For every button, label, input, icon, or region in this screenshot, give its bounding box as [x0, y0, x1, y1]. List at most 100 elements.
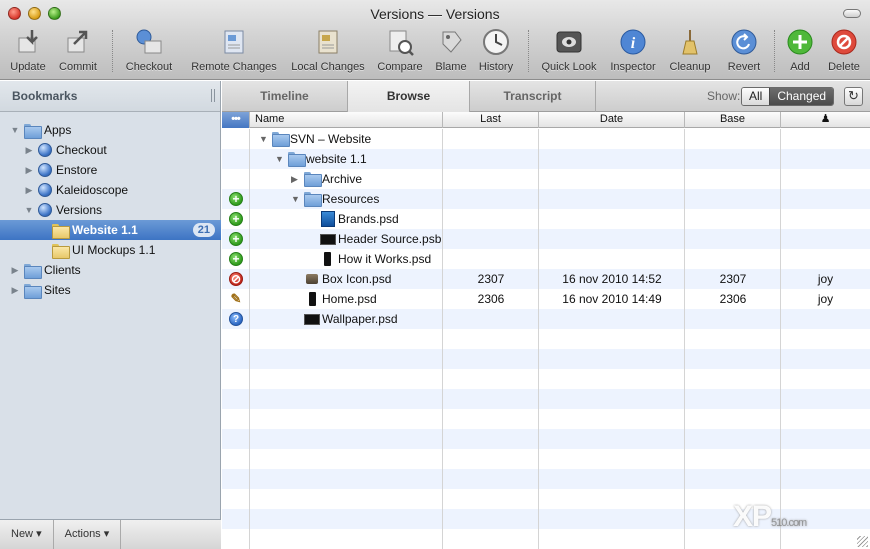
tab-browse[interactable]: Browse [347, 81, 470, 112]
last-column-header[interactable]: Last [443, 112, 539, 128]
table-row[interactable]: ▼ website 1.1 [222, 149, 870, 169]
sidebar-item-versions[interactable]: ▼ Versions [0, 200, 221, 220]
added-status-icon: + [229, 232, 243, 246]
disclosure-closed-icon[interactable]: ▶ [10, 285, 20, 296]
sidebar-item-ui-mockups-1-1[interactable]: UI Mockups 1.1 [0, 240, 221, 260]
blame-button[interactable]: Blame [432, 28, 470, 76]
window-resize-grip[interactable] [857, 536, 868, 547]
quick-look-button[interactable]: Quick Look [538, 28, 600, 76]
quick-look-icon [555, 28, 583, 56]
sidebar-item-kaleidoscope[interactable]: ▶ Kaleidoscope [0, 180, 221, 200]
local-changes-button[interactable]: Local Changes [288, 28, 368, 76]
refresh-button[interactable]: ↻ [844, 87, 863, 106]
folder-icon [52, 243, 70, 259]
table-row[interactable]: + ▼ Resources [222, 189, 870, 209]
file-name: Archive [322, 172, 363, 186]
disclosure-closed-icon[interactable]: ▶ [24, 165, 34, 176]
table-row[interactable]: ? Wallpaper.psd [222, 309, 870, 329]
sidebar-item-checkout[interactable]: ▶ Checkout [0, 140, 221, 160]
disclosure-open-icon[interactable]: ▼ [275, 149, 284, 169]
sidebar-item-clients[interactable]: ▶ Clients [0, 260, 221, 280]
inspector-button[interactable]: i Inspector [606, 28, 660, 76]
file-name: How it Works.psd [338, 252, 432, 266]
sidebar-item-label: Versions [56, 203, 103, 217]
filter-changed-button[interactable]: Changed [769, 88, 834, 105]
history-button[interactable]: History [474, 28, 518, 76]
checkout-label: Checkout [125, 61, 173, 73]
delete-button[interactable]: Delete [824, 28, 864, 76]
disclosure-closed-icon[interactable]: ▶ [24, 185, 34, 196]
date-column-header[interactable]: Date [539, 112, 685, 128]
file-name: Wallpaper.psd [322, 312, 398, 326]
table-row[interactable]: ✎ Home.psd 2306 16 nov 2010 14:49 2306 j… [222, 289, 870, 309]
update-label: Update [10, 61, 46, 73]
tab-timeline[interactable]: Timeline [222, 81, 348, 112]
base-column-header[interactable]: Base [685, 112, 781, 128]
table-row[interactable]: ⊘ Box Icon.psd 2307 16 nov 2010 14:52 23… [222, 269, 870, 289]
sidebar-item-label: Clients [44, 263, 81, 277]
author-column-header[interactable]: ♟ [781, 112, 870, 128]
disclosure-closed-icon[interactable]: ▶ [291, 169, 298, 189]
image-file-icon [304, 314, 320, 325]
modified-date: 16 nov 2010 14:52 [562, 272, 662, 286]
added-status-icon: + [229, 252, 243, 266]
folder-icon [304, 192, 322, 207]
disclosure-closed-icon[interactable]: ▶ [24, 145, 34, 156]
new-menu-label: New [11, 528, 34, 540]
table-row[interactable]: + How it Works.psd [222, 249, 870, 269]
compare-button[interactable]: Compare [374, 28, 426, 76]
svg-text:i: i [631, 35, 636, 52]
repository-icon [38, 163, 52, 177]
folder-icon [52, 223, 70, 239]
revert-button[interactable]: Revert [722, 28, 766, 76]
disclosure-open-icon[interactable]: ▼ [10, 125, 20, 135]
disclosure-closed-icon[interactable]: ▶ [10, 265, 20, 276]
remote-changes-icon [220, 28, 248, 56]
table-row[interactable]: ▶ Archive [222, 169, 870, 189]
sidebar-item-apps[interactable]: ▼ Apps [0, 120, 221, 140]
name-column-header[interactable]: Name [250, 112, 443, 128]
image-file-icon [320, 234, 336, 245]
toolbar-separator [112, 30, 113, 72]
add-button[interactable]: Add [782, 28, 818, 76]
checkout-button[interactable]: Checkout [122, 28, 176, 76]
watermark-subtext: 510.com [771, 517, 807, 529]
table-row[interactable]: + Brands.psd [222, 209, 870, 229]
table-row[interactable]: + Header Source.psb [222, 229, 870, 249]
disclosure-open-icon[interactable]: ▼ [259, 129, 268, 149]
sidebar-resize-handle[interactable] [211, 89, 215, 102]
sidebar-item-enstore[interactable]: ▶ Enstore [0, 160, 221, 180]
table-row[interactable]: ▼ SVN – Website [222, 129, 870, 149]
modified-date: 16 nov 2010 14:49 [562, 292, 662, 306]
disclosure-open-icon[interactable]: ▼ [291, 189, 300, 209]
repository-icon [38, 203, 52, 217]
remote-changes-button[interactable]: Remote Changes [188, 28, 280, 76]
update-button[interactable]: Update [6, 28, 50, 76]
box-file-icon [306, 274, 318, 284]
inspector-label: Inspector [610, 61, 656, 73]
sidebar-item-sites[interactable]: ▶ Sites [0, 280, 221, 300]
folder-icon [288, 152, 306, 167]
chevron-down-icon: ▾ [103, 528, 110, 540]
actions-menu-button[interactable]: Actions ▾ [54, 520, 122, 549]
sidebar-item-website-1-1[interactable]: Website 1.1 21 [0, 220, 221, 240]
delete-icon [830, 28, 858, 56]
pencil-icon: ✎ [230, 291, 242, 306]
file-name: Brands.psd [338, 212, 399, 226]
remote-changes-label: Remote Changes [191, 61, 277, 73]
status-column-header[interactable]: ••• [222, 112, 250, 128]
tab-transcript[interactable]: Transcript [470, 81, 596, 112]
file-name: Box Icon.psd [322, 272, 392, 286]
added-status-icon: + [229, 212, 243, 226]
file-name: website 1.1 [306, 152, 367, 166]
toolbar-toggle-button[interactable] [843, 9, 861, 18]
window-title: Versions — Versions [370, 6, 500, 22]
filter-all-button[interactable]: All [742, 88, 770, 105]
disclosure-open-icon[interactable]: ▼ [24, 205, 34, 215]
actions-menu-label: Actions [64, 528, 101, 540]
update-icon [14, 28, 42, 56]
commit-button[interactable]: Commit [56, 28, 100, 76]
last-revision: 2307 [477, 272, 505, 286]
new-menu-button[interactable]: New ▾ [0, 520, 54, 549]
cleanup-button[interactable]: Cleanup [666, 28, 714, 76]
